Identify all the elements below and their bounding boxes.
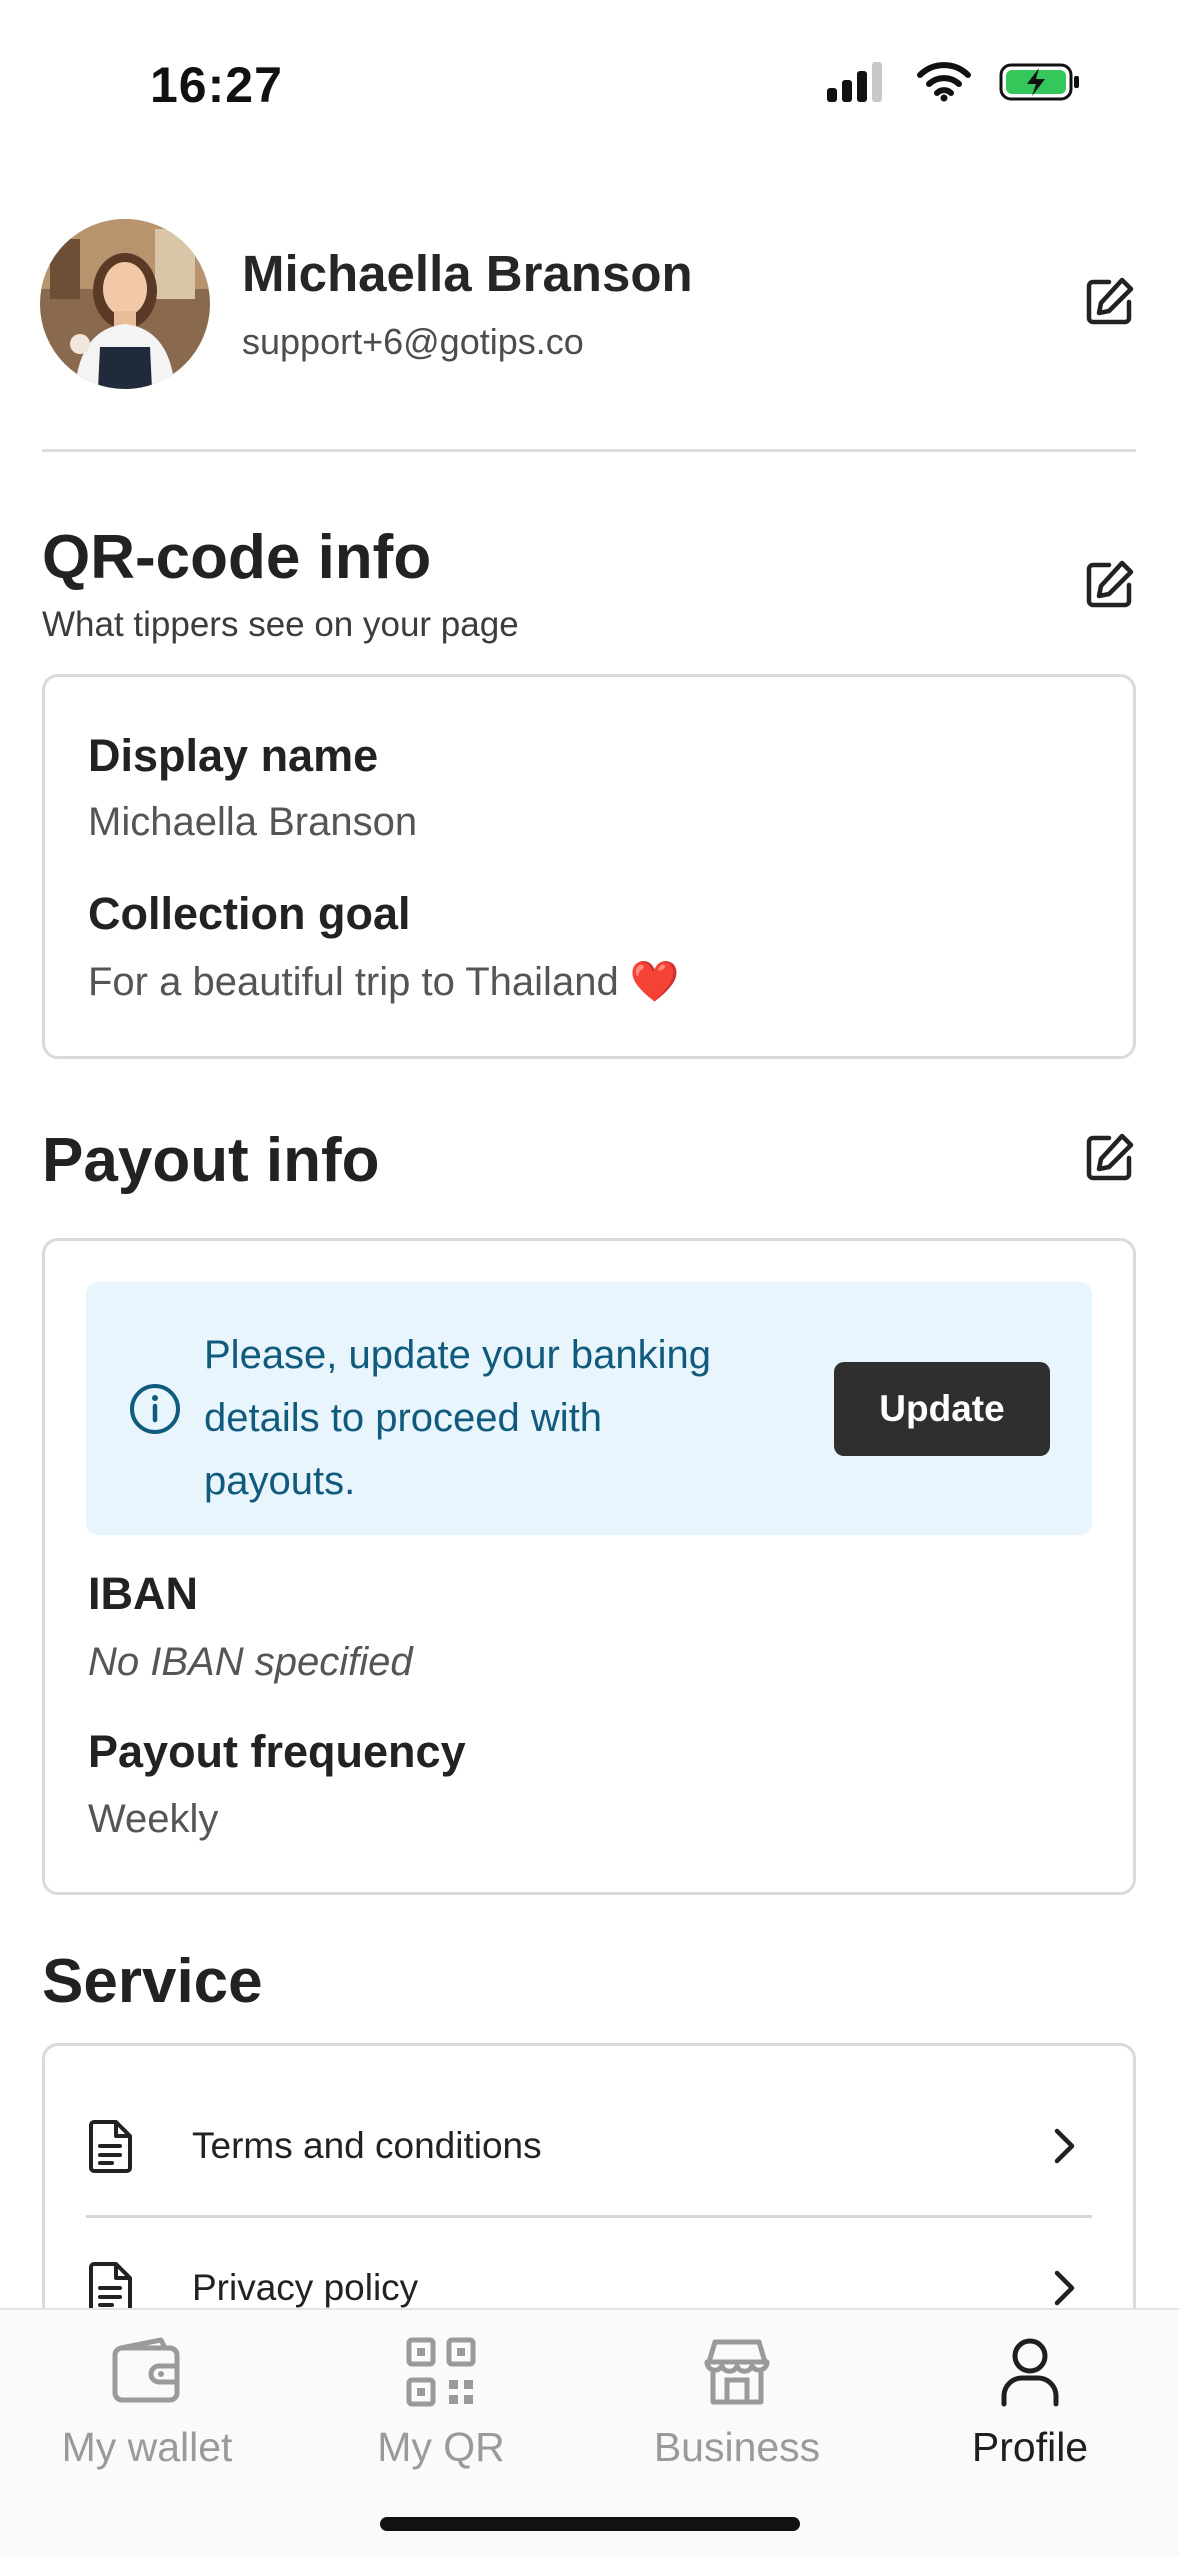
collection-goal-value: For a beautiful trip to Thailand ❤️ <box>88 960 680 1004</box>
store-icon <box>704 2339 770 2405</box>
chevron-right-icon <box>1054 2128 1075 2164</box>
tab-profile[interactable]: Profile <box>883 2310 1177 2510</box>
tab-label: Profile <box>971 2424 1089 2470</box>
iban-label: IBAN <box>88 1568 198 1619</box>
person-icon <box>1001 2338 1059 2407</box>
info-icon <box>130 1384 180 1434</box>
payout-frequency-label: Payout frequency <box>88 1726 466 1777</box>
profile-email: support+6@gotips.co <box>242 321 584 362</box>
service-item-label: Terms and conditions <box>192 2125 542 2166</box>
tab-label: My wallet <box>61 2424 233 2470</box>
service-item-terms[interactable]: Terms and conditions <box>86 2076 1092 2216</box>
chevron-right-icon <box>1054 2270 1075 2306</box>
cellular-signal-icon <box>827 62 882 102</box>
avatar-photo <box>40 219 210 389</box>
tab-business[interactable]: Business <box>590 2310 884 2510</box>
tab-label: Business <box>653 2424 821 2470</box>
update-banking-button[interactable]: Update <box>834 1362 1050 1456</box>
display-name-label: Display name <box>88 730 379 781</box>
qr-section-subtitle: What tippers see on your page <box>42 605 519 644</box>
wallet-icon <box>112 2337 180 2403</box>
battery-charging-icon <box>999 63 1079 101</box>
iban-value: No IBAN specified <box>88 1640 413 1684</box>
document-icon <box>89 2120 132 2173</box>
status-time: 16:27 <box>150 57 283 113</box>
tab-my-qr[interactable]: My QR <box>294 2310 588 2510</box>
payout-frequency-value: Weekly <box>88 1797 219 1841</box>
qr-section-title: QR-code info <box>42 523 432 592</box>
profile-name: Michaella Branson <box>242 245 693 302</box>
display-name-value: Michaella Branson <box>88 800 418 844</box>
service-item-label: Privacy policy <box>192 2267 419 2308</box>
tab-label: My QR <box>377 2424 505 2470</box>
banking-details-alert: Please, update your banking details to p… <box>86 1282 1092 1535</box>
wifi-icon <box>917 62 971 102</box>
avatar[interactable] <box>40 219 210 389</box>
edit-qr-info-icon[interactable] <box>1081 557 1137 613</box>
collection-goal-label: Collection goal <box>88 888 411 939</box>
alert-message: Please, update your banking details to p… <box>204 1333 712 1503</box>
header-divider <box>42 449 1136 452</box>
qr-code-icon <box>406 2337 476 2407</box>
tab-my-wallet[interactable]: My wallet <box>0 2310 294 2510</box>
payout-section-title: Payout info <box>42 1126 380 1195</box>
status-icons <box>827 62 1081 102</box>
edit-payout-info-icon[interactable] <box>1081 1130 1137 1186</box>
home-indicator <box>380 2517 800 2531</box>
service-section-title: Service <box>42 1947 263 2016</box>
profile-screen: 16:27 Michaella Branson support+6@gotips… <box>0 0 1179 2556</box>
edit-profile-icon[interactable] <box>1081 274 1137 330</box>
